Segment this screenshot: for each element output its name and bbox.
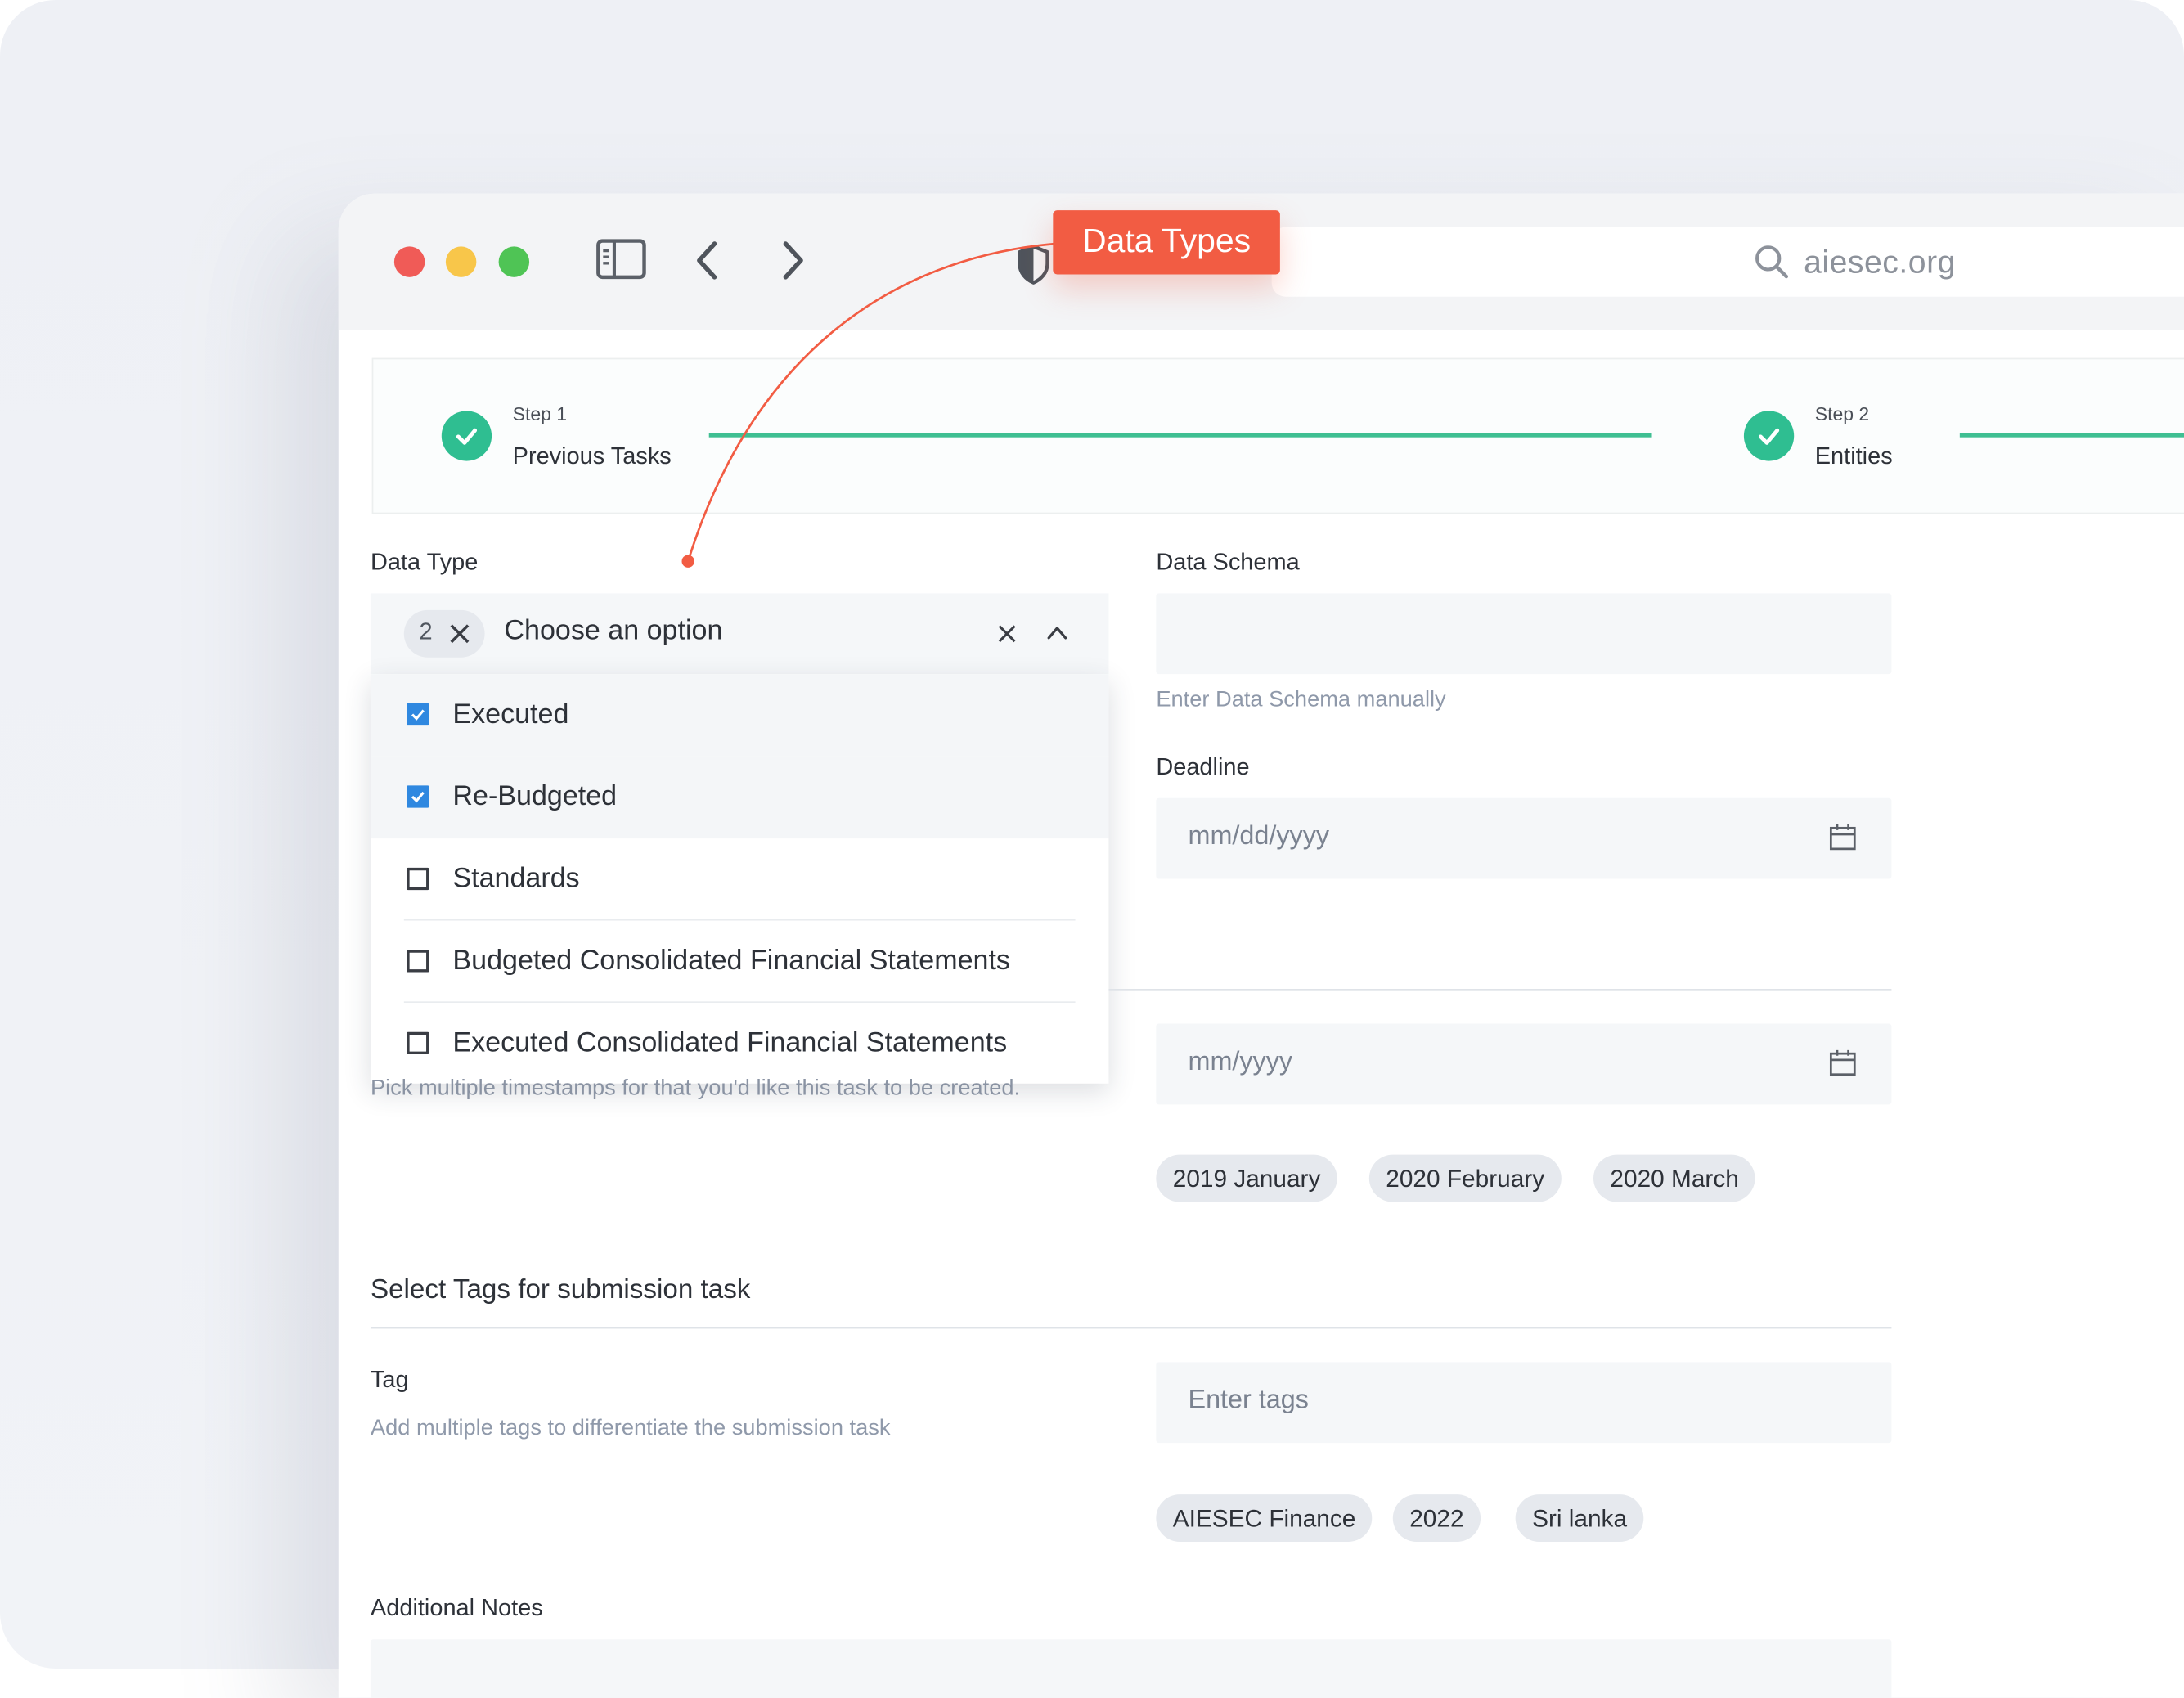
address-bar[interactable]: aiesec.org (1271, 227, 2184, 297)
option-label: Executed (452, 699, 569, 730)
timestamp-chip[interactable]: 2019 January (1156, 1154, 1337, 1202)
privacy-shield-icon[interactable] (1015, 244, 1051, 285)
data-type-label: Data Type (370, 548, 479, 576)
section-divider (370, 1327, 1892, 1329)
timestamps-placeholder: mm/yyyy (1188, 1047, 1293, 1077)
calendar-icon[interactable] (1829, 823, 1857, 851)
data-type-select[interactable]: 2 Choose an option (370, 593, 1109, 675)
checkbox-unchecked[interactable] (407, 1031, 429, 1055)
option-executed[interactable]: Executed (370, 674, 1109, 757)
tag-chip[interactable]: AIESEC Finance (1156, 1494, 1373, 1542)
step-1-complete-icon (441, 411, 492, 461)
step-2-name: Entities (1814, 442, 1893, 469)
search-icon (1755, 245, 1789, 279)
option-executed-consolidated[interactable]: Executed Consolidated Financial Statemen… (371, 1003, 1108, 1085)
sidebar-toggle-icon[interactable] (596, 238, 646, 280)
option-budgeted-consolidated[interactable]: Budgeted Consolidated Financial Statemen… (371, 921, 1108, 1004)
data-schema-label: Data Schema (1156, 548, 1300, 576)
option-label: Executed Consolidated Financial Statemen… (452, 1027, 1008, 1059)
selected-count-chip[interactable]: 2 (403, 609, 485, 658)
step-connector (1959, 433, 2184, 438)
selected-count: 2 (419, 618, 433, 645)
timestamps-input[interactable]: mm/yyyy (1156, 1023, 1892, 1105)
data-type-dropdown: Executed Re-Budgeted Standards Budgeted … (370, 674, 1109, 1085)
option-label: Re-Budgeted (452, 781, 618, 812)
additional-notes-label: Additional Notes (370, 1594, 543, 1622)
step-connector (708, 433, 1652, 438)
tags-input[interactable]: Enter tags (1156, 1362, 1892, 1444)
deadline-placeholder: mm/dd/yyyy (1188, 821, 1330, 851)
checkbox-checked[interactable] (407, 703, 429, 726)
option-standards[interactable]: Standards (371, 838, 1108, 921)
tags-placeholder: Enter tags (1188, 1386, 1309, 1416)
minimize-window-button[interactable] (445, 246, 477, 277)
section-divider (1108, 988, 1892, 990)
deadline-label: Deadline (1156, 753, 1250, 780)
clear-selection-icon[interactable] (448, 622, 470, 645)
checkbox-unchecked[interactable] (407, 950, 429, 973)
deadline-input[interactable]: mm/dd/yyyy (1156, 797, 1892, 879)
option-label: Budgeted Consolidated Financial Statemen… (452, 946, 1010, 977)
option-re-budgeted[interactable]: Re-Budgeted (370, 756, 1109, 839)
checkbox-checked[interactable] (407, 785, 429, 808)
close-window-button[interactable] (393, 246, 425, 277)
step-2-complete-icon (1743, 411, 1795, 461)
timestamps-hint: Pick multiple timestamps for that you'd … (370, 1076, 1021, 1101)
tag-label: Tag (370, 1366, 409, 1393)
select-placeholder: Choose an option (504, 615, 723, 647)
option-label: Standards (452, 863, 580, 895)
tag-chip[interactable]: 2022 (1392, 1494, 1481, 1542)
timestamp-chip[interactable]: 2020 February (1368, 1154, 1562, 1202)
chevron-up-icon[interactable] (1046, 624, 1068, 640)
back-icon[interactable] (692, 238, 722, 282)
browser-window: aiesec.org Step 1 Previous Tasks Step 2 … (338, 193, 2184, 1698)
data-schema-input[interactable] (1156, 593, 1892, 675)
url-text: aiesec.org (1804, 243, 1956, 281)
calendar-icon[interactable] (1829, 1049, 1857, 1076)
tag-chip[interactable]: Sri lanka (1515, 1494, 1644, 1542)
step-1-number: Step 1 (512, 403, 568, 425)
maximize-window-button[interactable] (498, 246, 530, 277)
forward-icon[interactable] (777, 238, 807, 282)
data-types-callout: Data Types (1053, 210, 1280, 275)
checkbox-unchecked[interactable] (407, 867, 429, 891)
tag-hint: Add multiple tags to differentiate the s… (370, 1416, 891, 1440)
clear-icon[interactable] (997, 624, 1017, 644)
step-1-name: Previous Tasks (512, 442, 672, 469)
progress-stepper: Step 1 Previous Tasks Step 2 Entities (371, 357, 2184, 514)
timestamp-chip[interactable]: 2020 March (1593, 1154, 1756, 1202)
step-2-number: Step 2 (1814, 403, 1870, 425)
tags-section-title: Select Tags for submission task (370, 1274, 751, 1305)
data-schema-hint: Enter Data Schema manually (1156, 688, 1446, 712)
